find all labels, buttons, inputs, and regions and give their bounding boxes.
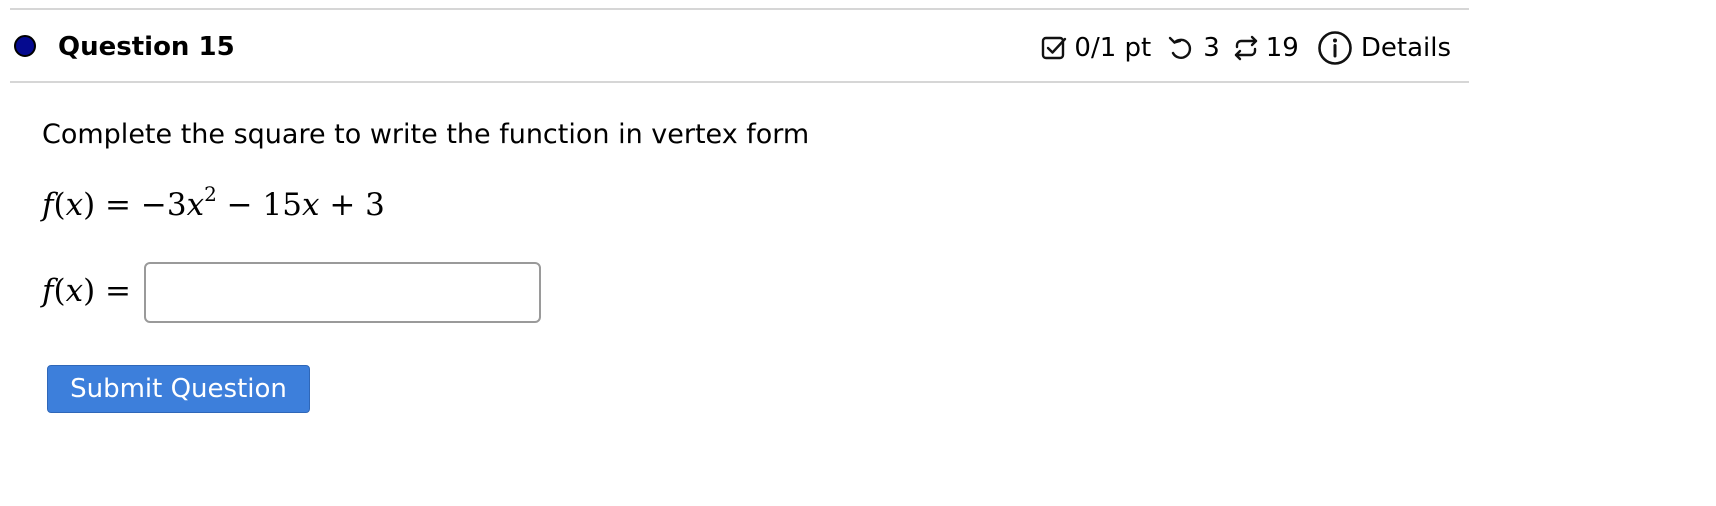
status-dot-icon xyxy=(14,35,36,57)
function-equation: f(x) = −3x2 − 15x + 3 xyxy=(42,182,385,223)
answer-input[interactable] xyxy=(144,262,541,323)
score-text: 0/1 pt xyxy=(1074,33,1152,63)
answer-label: f(x) = xyxy=(42,273,132,309)
submit-question-button[interactable]: Submit Question xyxy=(47,365,310,413)
details-label: Details xyxy=(1360,33,1451,63)
question-meta: 0/1 pt 3 19 Details xyxy=(1040,30,1451,66)
question-prompt: Complete the square to write the functio… xyxy=(42,119,810,150)
info-icon xyxy=(1317,30,1353,66)
score-indicator: 0/1 pt xyxy=(1040,33,1151,63)
retry-icon xyxy=(1167,34,1195,62)
retries-count: 3 xyxy=(1203,33,1220,63)
attempts-indicator: 19 xyxy=(1232,33,1299,63)
question-title: Question 15 xyxy=(58,32,235,62)
attempts-count: 19 xyxy=(1265,33,1299,63)
question-header: Question 15 0/1 pt 3 19 Details xyxy=(10,8,1469,83)
details-button[interactable]: Details xyxy=(1317,30,1451,66)
attempts-icon xyxy=(1232,34,1260,62)
checkbox-icon xyxy=(1040,34,1068,62)
retries-indicator: 3 xyxy=(1167,33,1220,63)
